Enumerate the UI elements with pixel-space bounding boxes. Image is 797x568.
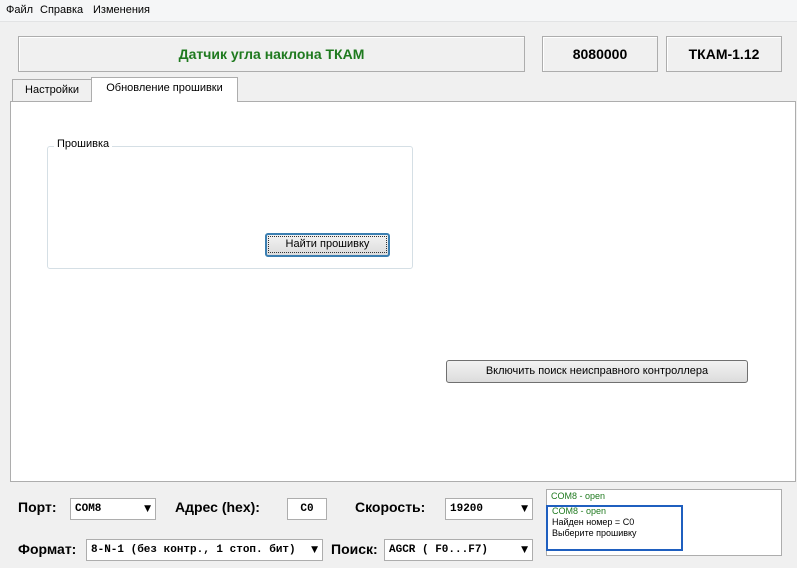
find-firmware-button-label: Найти прошивку <box>268 236 387 253</box>
chevron-down-icon: ▼ <box>521 504 528 514</box>
tab-firmware-update[interactable]: Обновление прошивки <box>91 77 238 102</box>
menu-help[interactable]: Справка <box>40 4 83 16</box>
search-label: Поиск: <box>331 541 378 557</box>
chevron-down-icon: ▼ <box>311 545 318 555</box>
speed-select[interactable]: 19200 ▼ <box>445 498 533 520</box>
format-select-value: 8-N-1 (без контр., 1 стоп. бит) <box>91 544 296 556</box>
log-line: Найден номер = C0 <box>552 517 635 527</box>
model-panel: ТКАМ-1.12 <box>666 36 782 72</box>
log-line: COM8 - open <box>552 506 607 516</box>
log-list[interactable]: COM8 - open Найден номер = C0 Выберите п… <box>546 505 683 551</box>
serial-panel: 8080000 <box>542 36 658 72</box>
find-firmware-button[interactable]: Найти прошивку <box>265 233 390 257</box>
chevron-down-icon: ▼ <box>144 504 151 514</box>
search-select-value: AGCR ( F0...F7) <box>389 544 489 556</box>
port-select-value: COM8 <box>75 503 102 515</box>
format-select[interactable]: 8-N-1 (без контр., 1 стоп. бит) ▼ <box>86 539 323 561</box>
model-name: ТКАМ-1.12 <box>688 46 760 62</box>
menu-file[interactable]: Файл <box>6 4 33 16</box>
faulty-controller-search-button[interactable]: Включить поиск неисправного контроллера <box>446 360 748 383</box>
log-line: COM8 - open <box>551 491 606 501</box>
menu-bar: Файл Справка Изменения <box>0 0 797 22</box>
tab-settings[interactable]: Настройки <box>12 79 92 101</box>
port-label: Порт: <box>18 499 57 515</box>
log-line: Выберите прошивку <box>552 528 637 538</box>
format-label: Формат: <box>18 541 77 557</box>
device-title: Датчик угла наклона ТКАМ <box>178 46 365 62</box>
address-label: Адрес (hex): <box>175 499 260 515</box>
speed-label: Скорость: <box>355 499 426 515</box>
address-field[interactable]: C0 <box>287 498 327 520</box>
search-select[interactable]: AGCR ( F0...F7) ▼ <box>384 539 533 561</box>
firmware-group-label: Прошивка <box>54 138 113 150</box>
chevron-down-icon: ▼ <box>521 545 528 555</box>
serial-number: 8080000 <box>572 46 628 62</box>
port-select[interactable]: COM8 ▼ <box>70 498 156 520</box>
speed-select-value: 19200 <box>450 503 484 515</box>
device-title-panel: Датчик угла наклона ТКАМ <box>18 36 525 72</box>
menu-changes[interactable]: Изменения <box>93 4 150 16</box>
